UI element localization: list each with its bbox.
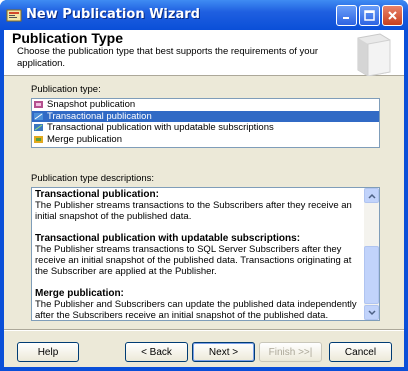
publication-type-list[interactable]: Snapshot publication Transactional publi… [31, 98, 380, 148]
footer-separator [4, 329, 404, 331]
window-title: New Publication Wizard [26, 7, 200, 22]
description-entry: Transactional publication with updatable… [35, 233, 365, 277]
wizard-icon [6, 9, 22, 22]
descriptions-box[interactable]: Transactional publication: The Publisher… [31, 187, 380, 321]
wizard-window: New Publication Wizard Publication Type … [0, 0, 408, 371]
scroll-up-button[interactable] [364, 188, 379, 203]
dialog-body: Publication Type Choose the publication … [4, 30, 404, 367]
finish-button[interactable]: Finish >>| [259, 342, 322, 362]
title-bar[interactable]: New Publication Wizard [0, 0, 408, 30]
chevron-down-icon [367, 309, 376, 315]
description-title: Merge publication: [35, 288, 124, 299]
description-entry: Merge publication: The Publisher and Sub… [35, 288, 365, 321]
publication-book-icon [357, 33, 391, 76]
back-button[interactable]: < Back [125, 342, 188, 362]
updatable-publication-icon [34, 124, 43, 132]
chevron-up-icon [367, 193, 376, 199]
description-text: The Publisher and Subscribers can update… [35, 299, 357, 321]
list-item-label: Merge publication [47, 133, 122, 145]
vertical-scrollbar[interactable] [364, 188, 379, 320]
description-text: The Publisher streams transactions to th… [35, 200, 352, 222]
description-entry: Transactional publication: The Publisher… [35, 189, 365, 222]
list-item-label: Transactional publication with updatable… [47, 122, 274, 133]
list-item-snapshot[interactable]: Snapshot publication [32, 99, 379, 111]
snapshot-publication-icon [34, 101, 43, 109]
maximize-button[interactable] [359, 5, 380, 26]
minimize-button[interactable] [336, 5, 357, 26]
list-item-updatable[interactable]: Transactional publication with updatable… [32, 122, 379, 134]
description-title: Transactional publication: [35, 189, 159, 200]
list-item-merge[interactable]: Merge publication [32, 134, 379, 146]
page-title: Publication Type [12, 30, 123, 46]
minimize-icon [343, 17, 349, 19]
close-button[interactable] [382, 5, 403, 26]
help-button[interactable]: Help [17, 342, 79, 362]
scroll-thumb[interactable] [364, 246, 379, 304]
transactional-publication-icon [34, 112, 43, 120]
descriptions-label: Publication type descriptions: [31, 173, 155, 184]
list-item-label: Snapshot publication [47, 99, 136, 110]
publication-type-label: Publication type: [31, 84, 101, 95]
wizard-header: Publication Type Choose the publication … [4, 30, 404, 76]
scroll-down-button[interactable] [364, 305, 379, 320]
descriptions-text: Transactional publication: The Publisher… [35, 189, 365, 321]
description-text: The Publisher streams transactions to SQ… [35, 244, 352, 277]
maximize-icon [364, 10, 375, 21]
close-icon [388, 11, 397, 20]
list-item-label: Transactional publication [47, 110, 152, 122]
next-button[interactable]: Next > [192, 342, 255, 362]
description-title: Transactional publication with updatable… [35, 233, 301, 244]
merge-publication-icon [34, 135, 43, 143]
cancel-button[interactable]: Cancel [329, 342, 392, 362]
list-item-transactional[interactable]: Transactional publication [32, 110, 379, 122]
page-description: Choose the publication type that best su… [17, 46, 319, 69]
